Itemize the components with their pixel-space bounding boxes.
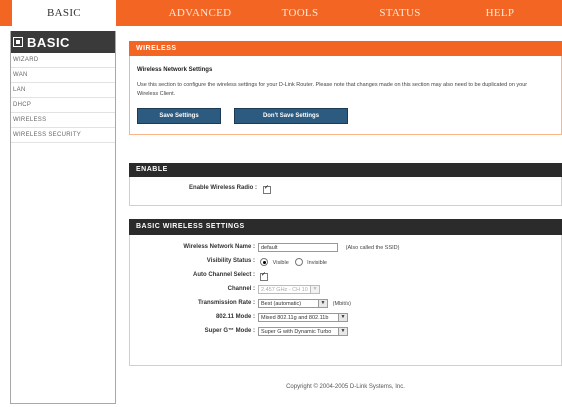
tab-advanced[interactable]: ADVANCED — [160, 0, 240, 26]
visible-label: Visible — [272, 259, 289, 266]
rate-unit: (Mbit/s) — [332, 301, 352, 308]
top-nav: BASIC ADVANCED TOOLS STATUS HELP — [0, 0, 562, 26]
wireless-section-title: Wireless Network Settings — [137, 67, 213, 73]
sidebar-item-dhcp[interactable]: DHCP — [11, 98, 115, 113]
ssid-label: Wireless Network Name : — [183, 244, 255, 250]
chevron-down-icon: ▼ — [310, 286, 319, 293]
sidebar-item-wireless-security[interactable]: WIRELESS SECURITY — [11, 128, 115, 143]
dont-save-settings-button[interactable]: Don't Save Settings — [234, 108, 348, 124]
ssid-input[interactable]: default — [258, 243, 338, 252]
sidebar-item-wan[interactable]: WAN — [11, 68, 115, 83]
visibility-label: Visibility Status : — [206, 258, 255, 264]
mode-select[interactable]: Mixed 802.11g and 802.11b ▼ — [258, 313, 348, 322]
auto-channel-label: Auto Channel Select : — [192, 272, 255, 278]
tab-help[interactable]: HELP — [470, 0, 530, 26]
enable-radio-label: Enable Wireless Radio : — [189, 185, 257, 191]
transmission-rate-label: Transmission Rate : — [197, 300, 255, 306]
enable-header: ENABLE — [129, 163, 562, 177]
enable-panel: ENABLE Enable Wireless Radio : — [129, 163, 562, 206]
basic-box-icon — [13, 37, 23, 47]
tab-basic[interactable]: BASIC — [12, 0, 116, 26]
sidebar-title: BASIC — [27, 34, 70, 50]
sidebar: BASIC WIZARD WAN LAN DHCP WIRELESS WIREL… — [10, 31, 116, 404]
chevron-down-icon: ▼ — [318, 300, 327, 307]
copyright-footer: Copyright © 2004-2005 D-Link Systems, In… — [286, 384, 405, 390]
save-settings-button[interactable]: Save Settings — [137, 108, 221, 124]
wireless-panel: WIRELESS Wireless Network Settings Use t… — [129, 41, 562, 135]
sidebar-header: BASIC — [11, 31, 115, 53]
auto-channel-checkbox[interactable] — [260, 271, 268, 281]
sidebar-item-wireless[interactable]: WIRELESS — [11, 113, 115, 128]
basic-wireless-header: BASIC WIRELESS SETTINGS — [129, 219, 562, 235]
visible-radio[interactable] — [260, 258, 268, 266]
sidebar-item-wizard[interactable]: WIZARD — [11, 53, 115, 68]
chevron-down-icon: ▼ — [338, 314, 347, 321]
wireless-header: WIRELESS — [129, 41, 562, 56]
chevron-down-icon: ▼ — [338, 328, 347, 335]
transmission-rate-select[interactable]: Best (automatic) ▼ — [258, 299, 328, 308]
super-g-select[interactable]: Super G with Dynamic Turbo ▼ — [258, 327, 348, 336]
tab-status[interactable]: STATUS — [365, 0, 435, 26]
mode-label: 802.11 Mode : — [215, 314, 255, 320]
invisible-radio[interactable] — [295, 258, 304, 266]
ssid-note: (Also called the SSID) — [345, 245, 400, 252]
wireless-description: Use this section to configure the wirele… — [137, 82, 528, 97]
invisible-label: Invisible — [307, 259, 327, 266]
tab-tools[interactable]: TOOLS — [270, 0, 330, 26]
channel-select[interactable]: 2.457 GHz - CH 10 ▼ — [258, 285, 320, 294]
sidebar-item-lan[interactable]: LAN — [11, 83, 115, 98]
super-g-label: Super G™ Mode : — [204, 328, 255, 334]
channel-label: Channel : — [227, 286, 255, 292]
enable-wireless-radio-checkbox[interactable] — [263, 184, 271, 194]
basic-wireless-panel: BASIC WIRELESS SETTINGS Wireless Network… — [129, 219, 562, 366]
